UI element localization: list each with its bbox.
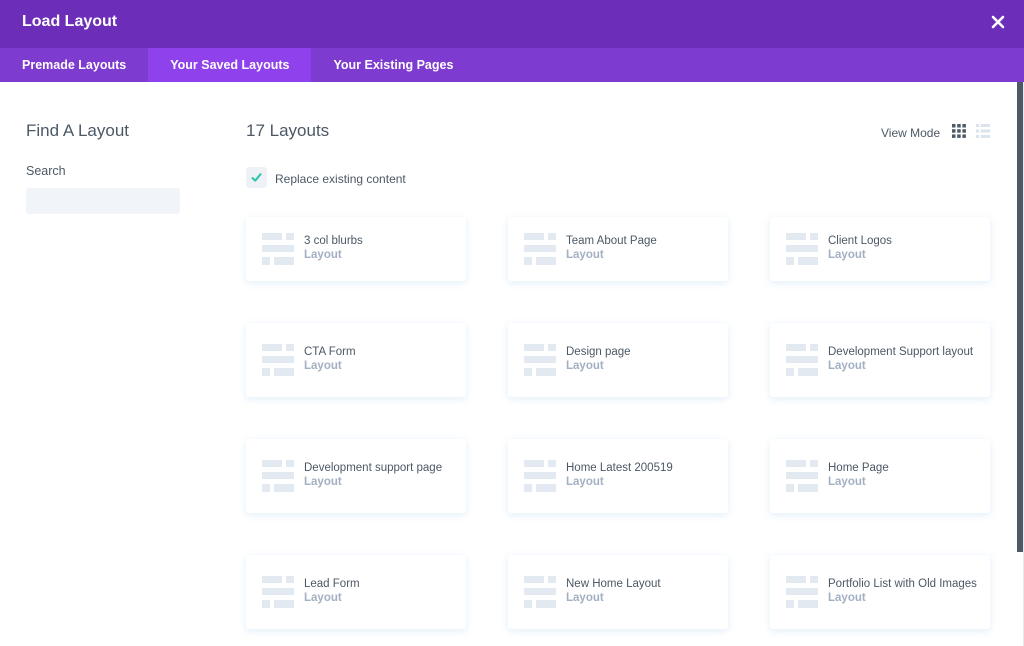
layout-card-text: Portfolio List with Old Images Layout (828, 578, 978, 606)
layout-name: Home Latest 200519 (566, 462, 673, 474)
checkmark-icon (251, 173, 262, 182)
layout-name: New Home Layout (566, 578, 661, 590)
layout-type: Layout (304, 249, 342, 261)
replace-content-label: Replace existing content (275, 172, 406, 186)
layout-type: Layout (304, 360, 342, 372)
layout-card-text: CTA Form Layout (304, 346, 454, 374)
layout-name: Portfolio List with Old Images (828, 578, 977, 590)
layout-type: Layout (304, 476, 342, 488)
layouts-count: 17 Layouts (246, 121, 330, 140)
modal-title: Load Layout (22, 13, 118, 30)
layout-name: Development Support layout (828, 346, 974, 358)
tab-your-existing-pages[interactable]: Your Existing Pages (311, 48, 475, 82)
layout-card[interactable]: New Home Layout Layout (508, 555, 728, 629)
search-label: Search (26, 164, 66, 178)
layout-thumbnail-icon (262, 233, 294, 265)
layout-thumbnail-icon (786, 233, 818, 265)
layout-name: Home Page (828, 462, 889, 474)
layout-card[interactable]: Lead Form Layout (246, 555, 466, 629)
layout-card[interactable]: CTA Form Layout (246, 323, 466, 397)
list-view-button[interactable] (976, 124, 990, 138)
layout-type: Layout (566, 360, 604, 372)
view-mode-label: View Mode (881, 126, 941, 140)
layout-name: Design page (566, 346, 631, 358)
tab-premade-layouts[interactable]: Premade Layouts (0, 48, 148, 82)
layout-thumbnail-icon (262, 344, 294, 376)
layout-type: Layout (566, 476, 604, 488)
list-view-icon (976, 124, 990, 138)
layout-card[interactable]: Client Logos Layout (770, 217, 990, 281)
layout-type: Layout (304, 592, 342, 604)
layout-thumbnail-icon (524, 233, 556, 265)
layout-name: CTA Form (304, 346, 356, 358)
layout-card[interactable]: 3 col blurbs Layout (246, 217, 466, 281)
layout-thumbnail-icon (786, 344, 818, 376)
layout-card[interactable]: Design page Layout (508, 323, 728, 397)
layout-thumbnail-icon (786, 460, 818, 492)
layout-type: Layout (828, 592, 866, 604)
layout-thumbnail-icon (524, 460, 556, 492)
layout-name: Team About Page (566, 235, 657, 247)
replace-content-checkbox[interactable] (246, 167, 267, 188)
layout-card-text: Development support page Layout (304, 462, 454, 490)
layout-card[interactable]: Development support page Layout (246, 439, 466, 513)
layout-card-text: Client Logos Layout (828, 235, 978, 263)
layout-card[interactable]: Home Page Layout (770, 439, 990, 513)
layout-card-text: Lead Form Layout (304, 578, 454, 606)
layout-card-text: Home Page Layout (828, 462, 978, 490)
layout-thumbnail-icon (262, 576, 294, 608)
close-icon (991, 15, 1005, 29)
search-input[interactable] (26, 188, 180, 214)
layout-card-text: Home Latest 200519 Layout (566, 462, 716, 490)
layout-card[interactable]: Team About Page Layout (508, 217, 728, 281)
layout-type: Layout (828, 249, 866, 261)
tab-bar: Premade Layouts Your Saved Layouts Your … (0, 48, 1024, 82)
layout-type: Layout (566, 592, 604, 604)
grid-view-button[interactable] (952, 124, 966, 138)
layout-card-text: New Home Layout Layout (566, 578, 716, 606)
layout-name: 3 col blurbs (304, 235, 363, 247)
layout-thumbnail-icon (786, 576, 818, 608)
layout-card-text: 3 col blurbs Layout (304, 235, 454, 263)
layout-name: Development support page (304, 462, 443, 474)
sidebar-title: Find A Layout (26, 121, 130, 140)
layout-name: Lead Form (304, 578, 360, 590)
layout-card[interactable]: Portfolio List with Old Images Layout (770, 555, 990, 629)
tab-your-saved-layouts[interactable]: Your Saved Layouts (148, 48, 312, 82)
layout-thumbnail-icon (524, 576, 556, 608)
layout-name: Client Logos (828, 235, 892, 247)
layout-card[interactable]: Development Support layout Layout (770, 323, 990, 397)
layout-type: Layout (828, 476, 866, 488)
layout-thumbnail-icon (262, 460, 294, 492)
layout-type: Layout (566, 249, 604, 261)
layout-card-text: Team About Page Layout (566, 235, 716, 263)
modal-header: Load Layout (0, 0, 1024, 48)
scrollbar-thumb[interactable] (1017, 82, 1023, 552)
close-button[interactable] (990, 14, 1006, 30)
layout-card[interactable]: Home Latest 200519 Layout (508, 439, 728, 513)
layout-card-text: Development Support layout Layout (828, 346, 978, 374)
layout-type: Layout (828, 360, 866, 372)
grid-view-icon (952, 124, 966, 138)
layout-thumbnail-icon (524, 344, 556, 376)
layout-card-text: Design page Layout (566, 346, 716, 374)
